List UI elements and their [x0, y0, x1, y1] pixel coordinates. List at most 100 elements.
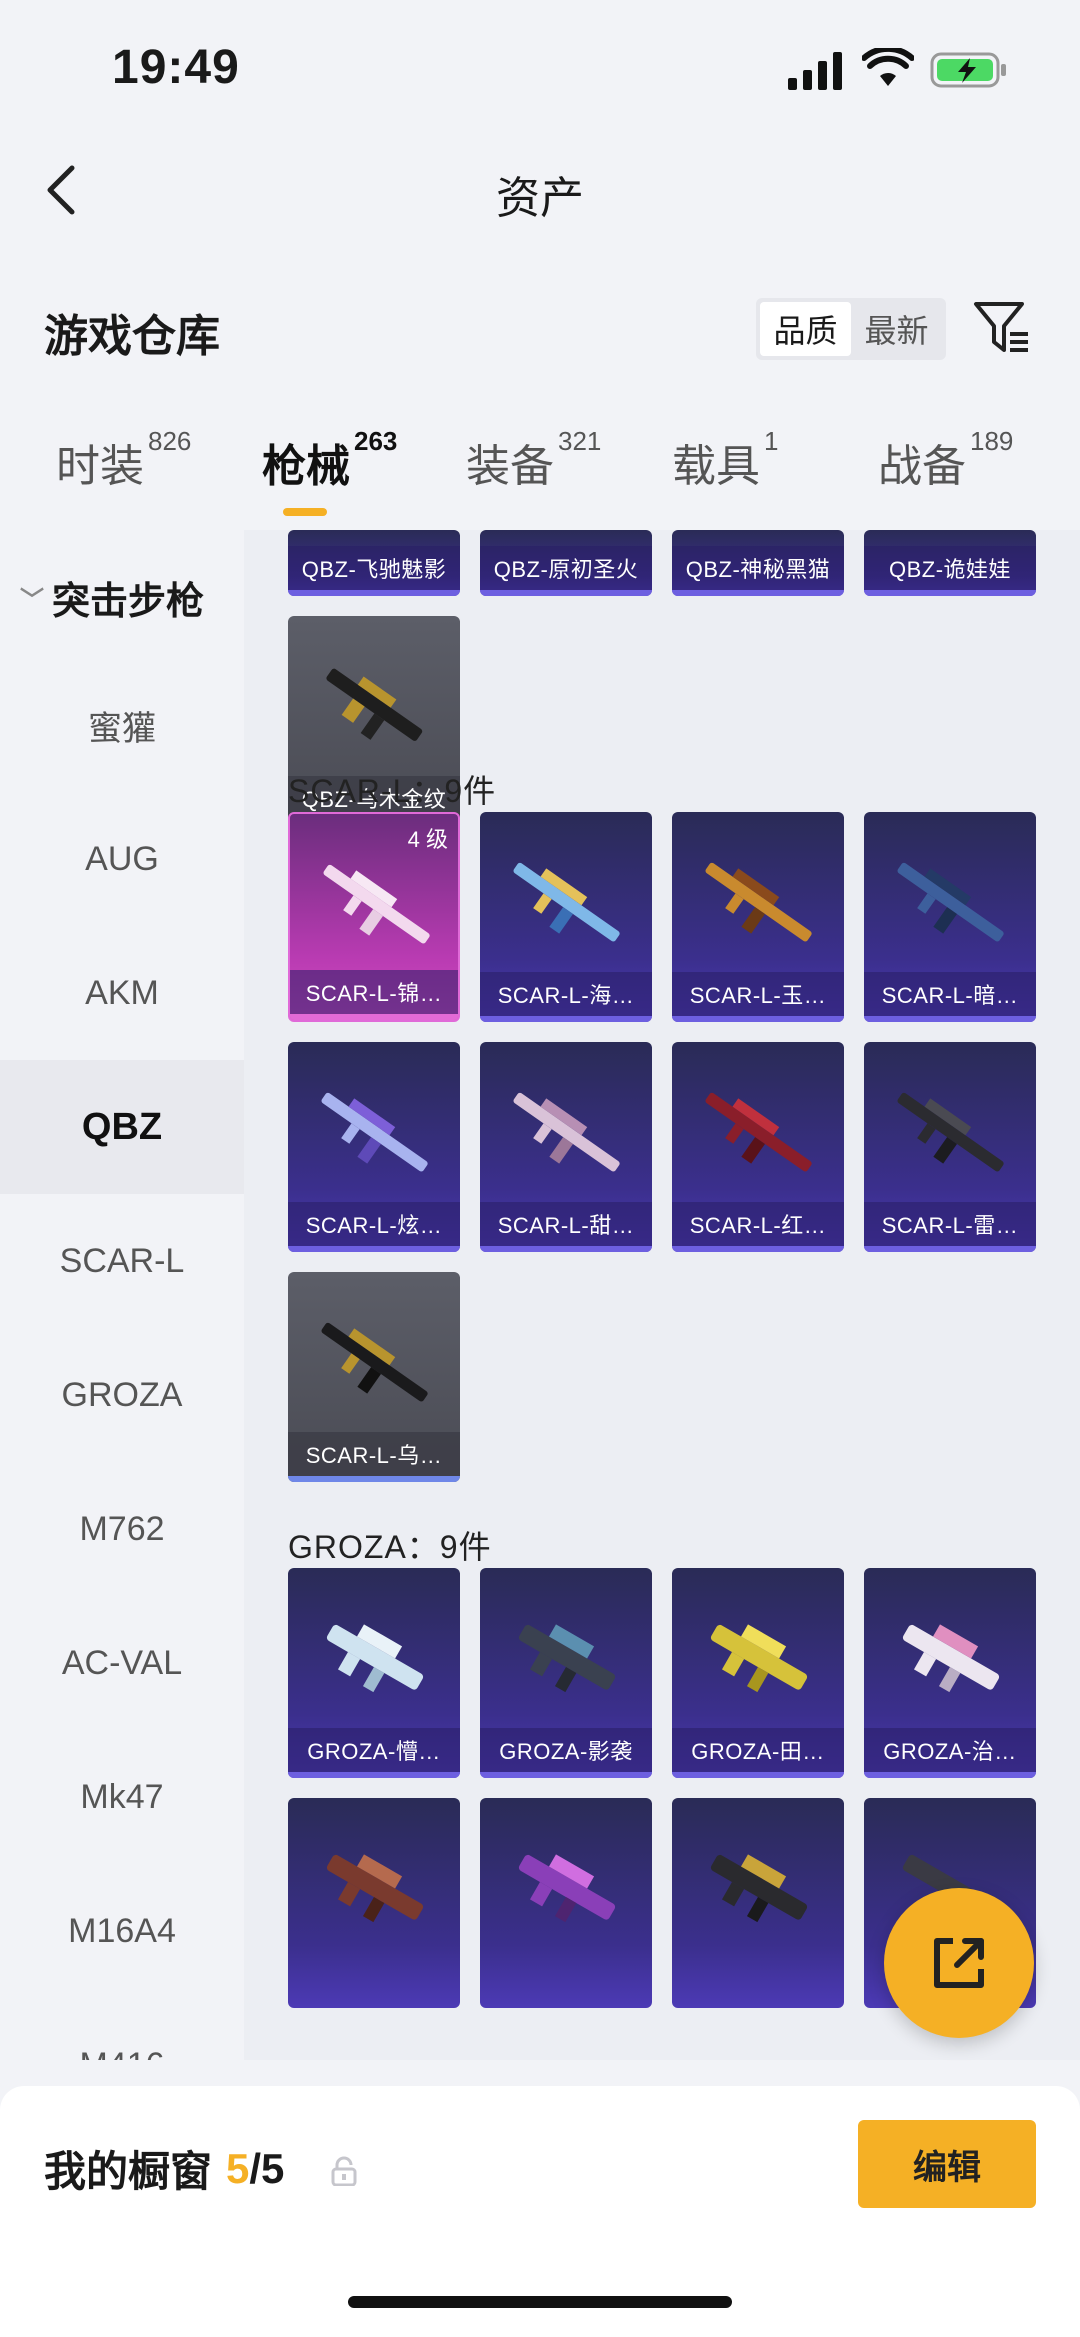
rifle-icon — [705, 862, 812, 942]
tab-guns[interactable]: 枪械263 — [262, 426, 397, 494]
skin-name: SCAR-L-锦… — [290, 970, 458, 1014]
rarity-bar — [672, 590, 844, 596]
rifle-icon — [321, 1092, 428, 1172]
bullpup-gun-icon — [326, 1624, 424, 1693]
sidebar-item-mk47[interactable]: Mk47 — [0, 1730, 244, 1864]
status-bar: 19:49 — [0, 0, 1080, 130]
rarity-bar — [480, 590, 652, 596]
rifle-icon — [323, 864, 430, 944]
tab-label: 战备 — [878, 442, 966, 491]
rifle-icon — [897, 862, 1004, 942]
rarity-bar — [864, 1772, 1036, 1778]
rarity-bar — [290, 1014, 458, 1020]
bullpup-gun-icon — [902, 1624, 1000, 1693]
tab-fashion[interactable]: 时装826 — [56, 426, 191, 494]
rarity-bar — [288, 590, 460, 596]
edit-button[interactable]: 编辑 — [858, 2120, 1036, 2208]
section-title-warehouse: 游戏仓库 — [44, 312, 220, 361]
sidebar-item-m762[interactable]: M762 — [0, 1462, 244, 1596]
skin-card[interactable] — [480, 1798, 652, 2008]
share-button[interactable] — [884, 1888, 1034, 2038]
sort-latest-button[interactable]: 最新 — [851, 302, 942, 356]
skin-card[interactable]: SCAR-L-雷… — [864, 1042, 1036, 1252]
tab-count: 321 — [558, 426, 602, 456]
battery-icon — [930, 52, 1006, 88]
tab-count: 826 — [148, 426, 192, 456]
skin-card[interactable]: GROZA-治… — [864, 1568, 1036, 1778]
sidebar-item-m416[interactable]: M416 — [0, 1998, 244, 2061]
showcase-count: 5 — [226, 2144, 250, 2192]
rarity-bar — [864, 1016, 1036, 1022]
rifle-icon — [705, 1092, 812, 1172]
skin-card[interactable]: QBZ-神秘黑猫 — [672, 530, 844, 596]
skin-card[interactable]: SCAR-L-甜… — [480, 1042, 652, 1252]
sidebar-item-aug[interactable]: AUG — [0, 792, 244, 926]
skin-name: SCAR-L-玉… — [672, 972, 844, 1016]
showcase-title: 我的橱窗 — [44, 2148, 213, 2195]
skin-name: SCAR-L-炫… — [288, 1202, 460, 1246]
skin-card[interactable]: SCAR-L-红… — [672, 1042, 844, 1252]
skin-name: QBZ-神秘黑猫 — [672, 546, 844, 590]
sort-quality-button[interactable]: 品质 — [760, 302, 851, 356]
sidebar-item-m16a4[interactable]: M16A4 — [0, 1864, 244, 1998]
skin-name: QBZ-原初圣火 — [480, 546, 652, 590]
skin-name: GROZA-懵… — [288, 1728, 460, 1772]
weapon-sidebar: ﹀ 突击步枪 蜜獾 AUG AKM QBZ SCAR-L GROZA M762 … — [0, 530, 244, 2060]
skin-card[interactable] — [672, 1798, 844, 2008]
skin-card[interactable] — [288, 1798, 460, 2008]
rarity-bar — [672, 1246, 844, 1252]
rarity-bar — [864, 1246, 1036, 1252]
sidebar-group-label: 突击步枪 — [52, 581, 205, 623]
rifle-icon — [321, 1322, 428, 1402]
tab-label: 装备 — [466, 442, 554, 491]
tab-label: 载具 — [672, 442, 760, 491]
tab-supplies[interactable]: 战备189 — [878, 426, 1013, 494]
skin-card[interactable]: QBZ-原初圣火 — [480, 530, 652, 596]
sidebar-group-assault-rifle[interactable]: ﹀ 突击步枪 — [20, 570, 204, 625]
rifle-icon — [513, 862, 620, 942]
skin-card[interactable]: SCAR-L-海… — [480, 812, 652, 1022]
tab-vehicles[interactable]: 载具1 — [672, 426, 778, 494]
section-title-groza: GROZA：9件 — [288, 1529, 492, 1565]
showcase-label: 我的橱窗 5 /5 — [44, 2138, 284, 2199]
skin-card[interactable]: GROZA-懵… — [288, 1568, 460, 1778]
skin-card[interactable]: SCAR-L-暗… — [864, 812, 1036, 1022]
rifle-icon — [513, 1092, 620, 1172]
skin-name: SCAR-L-乌… — [288, 1432, 460, 1476]
chevron-down-icon: ﹀ — [20, 587, 44, 614]
skin-card[interactable]: SCAR-L-炫… — [288, 1042, 460, 1252]
sidebar-item-groza[interactable]: GROZA — [0, 1328, 244, 1462]
tab-equipment[interactable]: 装备321 — [466, 426, 601, 494]
tab-label: 枪械 — [262, 442, 350, 491]
wifi-icon — [862, 48, 914, 86]
skin-name: SCAR-L-红… — [672, 1202, 844, 1246]
skin-card[interactable]: SCAR-L-玉… — [672, 812, 844, 1022]
skin-card[interactable]: QBZ-飞驰魅影 — [288, 530, 460, 596]
bullpup-gun-icon — [326, 668, 423, 741]
rarity-bar — [288, 1772, 460, 1778]
bullpup-gun-icon — [518, 1624, 616, 1693]
sidebar-item-scar-l[interactable]: SCAR-L — [0, 1194, 244, 1328]
skin-name: QBZ-诡娃娃 — [864, 546, 1036, 590]
bullpup-gun-icon — [710, 1854, 808, 1923]
weapon-grid: QBZ-飞驰魅影 QBZ-原初圣火 QBZ-神秘黑猫 QBZ-诡娃娃 QBZ-乌… — [244, 530, 1080, 2060]
category-tabs: 时装826 枪械263 装备321 载具1 战备189 — [0, 426, 1080, 530]
sidebar-item-honey-badger[interactable]: 蜜獾 — [0, 658, 244, 792]
rarity-bar — [480, 1772, 652, 1778]
skin-name: SCAR-L-甜… — [480, 1202, 652, 1246]
section-title-scar-l: SCAR-L：9件 — [288, 773, 497, 809]
page-title: 资产 — [496, 174, 584, 223]
skin-card[interactable]: GROZA-影袭 — [480, 1568, 652, 1778]
sidebar-item-akm[interactable]: AKM — [0, 926, 244, 1060]
skin-card[interactable]: 4 级 SCAR-L-锦… — [288, 812, 460, 1022]
tab-count: 1 — [764, 426, 779, 456]
skin-card[interactable]: GROZA-田… — [672, 1568, 844, 1778]
skin-card[interactable]: QBZ-诡娃娃 — [864, 530, 1036, 596]
sidebar-item-ac-val[interactable]: AC-VAL — [0, 1596, 244, 1730]
home-indicator — [348, 2296, 732, 2308]
skin-card[interactable]: SCAR-L-乌… — [288, 1272, 460, 1482]
tab-count: 263 — [354, 426, 398, 456]
sidebar-item-qbz[interactable]: QBZ — [0, 1060, 244, 1194]
filter-icon[interactable] — [972, 298, 1032, 356]
rarity-bar — [672, 1016, 844, 1022]
